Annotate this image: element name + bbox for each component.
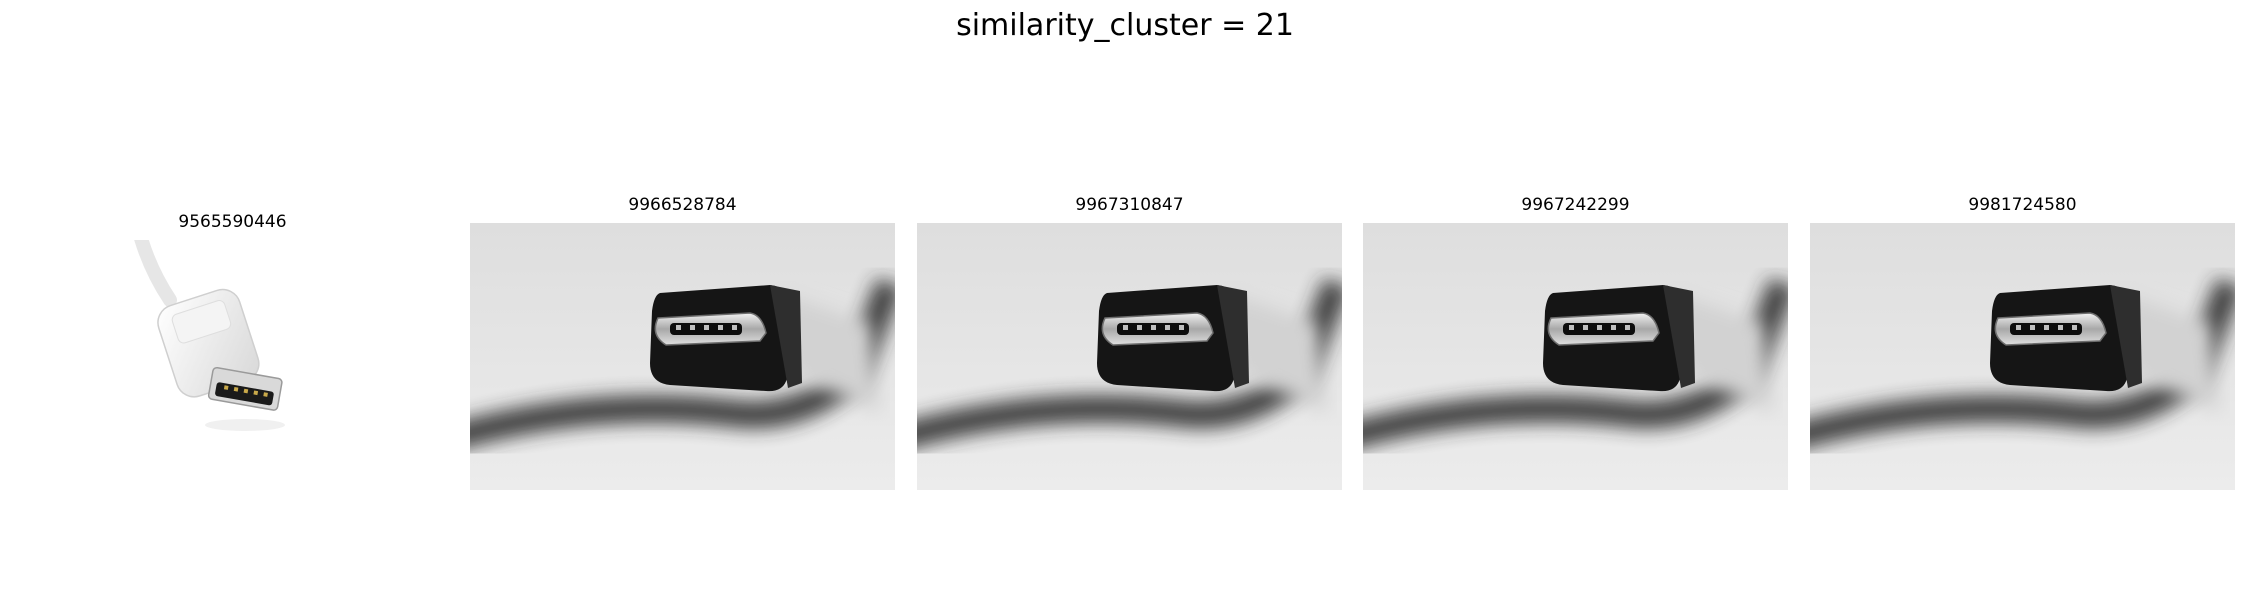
image-id-label: 9967310847 bbox=[1075, 195, 1184, 215]
image-id-label: 9565590446 bbox=[178, 212, 287, 232]
image-id-label: 9966528784 bbox=[628, 195, 737, 215]
image-id-label: 9981724580 bbox=[1968, 195, 2077, 215]
black-micro-usb-plug-image bbox=[470, 223, 895, 490]
black-micro-usb-plug-image bbox=[1363, 223, 1788, 490]
black-micro-usb-plug-image bbox=[1810, 223, 2235, 490]
black-micro-usb-plug-image bbox=[917, 223, 1342, 490]
image-id-label: 9967242299 bbox=[1521, 195, 1630, 215]
figure-title: similarity_cluster = 21 bbox=[956, 8, 1294, 43]
white-micro-usb-plug-image bbox=[130, 240, 330, 440]
